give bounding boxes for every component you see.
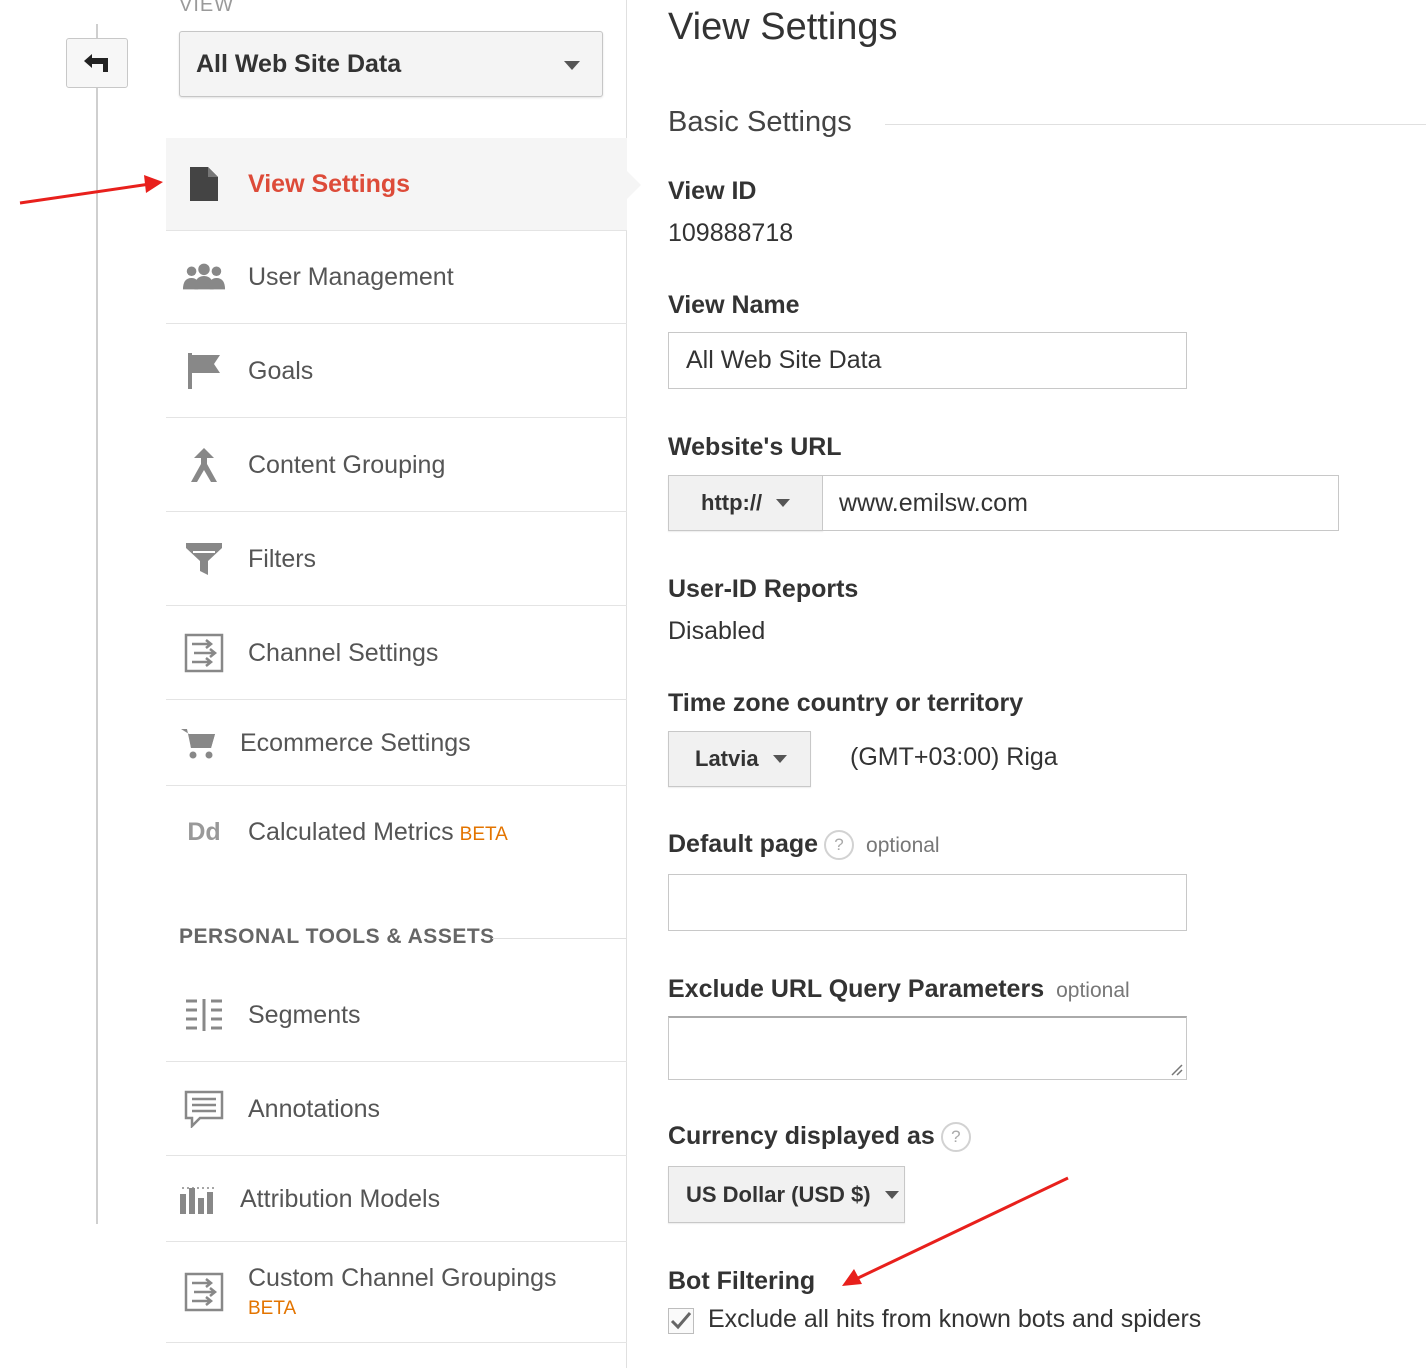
protocol-dropdown[interactable]: http:// (668, 475, 823, 531)
user-id-reports-value: Disabled (668, 617, 766, 645)
sidebar-item-channel-settings[interactable]: Channel Settings (166, 607, 627, 700)
sidebar-item-label: Annotations (248, 1094, 381, 1123)
sidebar-item-label: Attribution Models (240, 1184, 441, 1213)
resize-handle-icon[interactable] (1169, 1062, 1183, 1076)
sidebar-item-calculated-metrics[interactable]: Dd Calculated Metrics BETA (166, 786, 627, 879)
sidebar-rail (96, 24, 98, 1224)
exclude-params-textarea[interactable] (668, 1016, 1187, 1080)
view-name-label: View Name (668, 291, 800, 319)
sidebar-item-text: Calculated Metrics (248, 818, 454, 846)
sidebar-item-label: View Settings (248, 169, 411, 198)
chevron-down-icon (884, 1190, 899, 1199)
view-selector[interactable]: All Web Site Data (179, 31, 603, 97)
bot-filtering-checkbox[interactable] (668, 1308, 694, 1334)
sidebar-item-label: User Management (248, 262, 454, 291)
users-icon (182, 255, 226, 299)
sidebar-item-ecommerce-settings[interactable]: Ecommerce Settings (166, 701, 627, 786)
sidebar-item-segments[interactable]: Segments (166, 969, 627, 1062)
optional-hint: optional (866, 834, 940, 857)
filter-icon (182, 537, 226, 581)
calculated-metrics-glyph: Dd (187, 818, 221, 846)
section-title: Basic Settings (668, 106, 852, 138)
attribution-icon (176, 1177, 220, 1221)
website-url-value: www.emilsw.com (839, 488, 1028, 517)
timezone-value[interactable]: (GMT+03:00) Riga (850, 743, 1058, 772)
exclude-params-label: Exclude URL Query Parameters optional (668, 975, 1130, 1004)
back-arrow-icon (84, 54, 108, 72)
sidebar-item-custom-channel-groupings[interactable]: Custom Channel Groupings BETA (166, 1242, 627, 1343)
sidebar-item-label: Segments (248, 1000, 361, 1029)
active-pointer (626, 170, 641, 200)
user-id-reports-label: User-ID Reports (668, 575, 859, 603)
sidebar-item-view-settings[interactable]: View Settings (166, 138, 627, 231)
optional-hint: optional (1056, 979, 1130, 1002)
sidebar-item-attribution-models[interactable]: Attribution Models (166, 1157, 627, 1242)
view-name-field[interactable]: All Web Site Data (668, 332, 1187, 389)
view-id-label: View ID (668, 177, 757, 205)
help-icon[interactable]: ? (940, 1122, 971, 1153)
timezone-label: Time zone country or territory (668, 689, 1024, 717)
page-title: View Settings (668, 6, 898, 48)
website-url-field[interactable]: www.emilsw.com (822, 475, 1339, 531)
sidebar-item-label: Ecommerce Settings (240, 728, 471, 757)
checkmark-icon (670, 1312, 692, 1330)
document-icon (182, 162, 226, 206)
view-name-value: All Web Site Data (686, 346, 882, 374)
sidebar-item-filters[interactable]: Filters (166, 513, 627, 606)
sidebar-item-label: Calculated Metrics BETA (248, 818, 508, 847)
view-id-value: 109888718 (668, 219, 794, 247)
custom-channel-icon (182, 1270, 226, 1314)
bot-filtering-label: Bot Filtering (668, 1267, 816, 1295)
currency-label-text: Currency displayed as (668, 1122, 935, 1150)
help-icon[interactable]: ? (824, 830, 855, 861)
default-page-field[interactable] (668, 874, 1187, 931)
segments-icon (182, 993, 226, 1037)
sidebar-item-content-grouping[interactable]: Content Grouping (166, 419, 627, 512)
sidebar-item-user-management[interactable]: User Management (166, 231, 627, 324)
section-divider (492, 938, 626, 939)
personal-tools-heading: PERSONAL TOOLS & ASSETS (179, 925, 495, 948)
default-page-label: Default page? optional (668, 830, 940, 861)
cart-icon (176, 721, 220, 765)
chevron-down-icon (564, 61, 580, 70)
view-selector-value: All Web Site Data (196, 49, 402, 78)
chevron-down-icon (776, 499, 791, 507)
sidebar-item-annotations[interactable]: Annotations (166, 1063, 627, 1156)
channel-settings-icon (182, 631, 226, 675)
timezone-country-dropdown[interactable]: Latvia (668, 731, 811, 787)
exclude-params-label-text: Exclude URL Query Parameters (668, 975, 1045, 1003)
back-button[interactable] (66, 38, 128, 88)
calculated-metrics-icon: Dd (182, 811, 226, 855)
currency-dropdown[interactable]: US Dollar (USD $) (668, 1166, 905, 1223)
beta-badge: BETA (248, 1298, 297, 1319)
beta-badge: BETA (459, 824, 508, 845)
content-grouping-icon (182, 443, 226, 487)
sidebar-item-label: Content Grouping (248, 450, 446, 479)
sidebar-item-goals[interactable]: Goals (166, 325, 627, 418)
timezone-country-value: Latvia (695, 746, 759, 771)
annotation-arrow-view-settings-icon (19, 175, 163, 205)
chevron-down-icon (772, 755, 787, 763)
view-caption: VIEW (179, 0, 235, 16)
currency-label: Currency displayed as? (668, 1122, 971, 1153)
default-page-label-text: Default page (668, 830, 819, 858)
bot-filtering-checkbox-label[interactable]: Exclude all hits from known bots and spi… (708, 1305, 1201, 1334)
annotations-icon (182, 1087, 226, 1131)
protocol-value: http:// (701, 490, 763, 515)
sidebar-item-label: Channel Settings (248, 638, 439, 667)
sidebar-item-label: Custom Channel Groupings (248, 1264, 557, 1292)
section-divider (885, 124, 1426, 125)
flag-icon (182, 349, 226, 393)
sidebar-item-label: Filters (248, 544, 317, 573)
sidebar-item-label: Goals (248, 356, 314, 385)
currency-value: US Dollar (USD $) (686, 1181, 871, 1207)
website-url-label: Website's URL (668, 433, 842, 461)
